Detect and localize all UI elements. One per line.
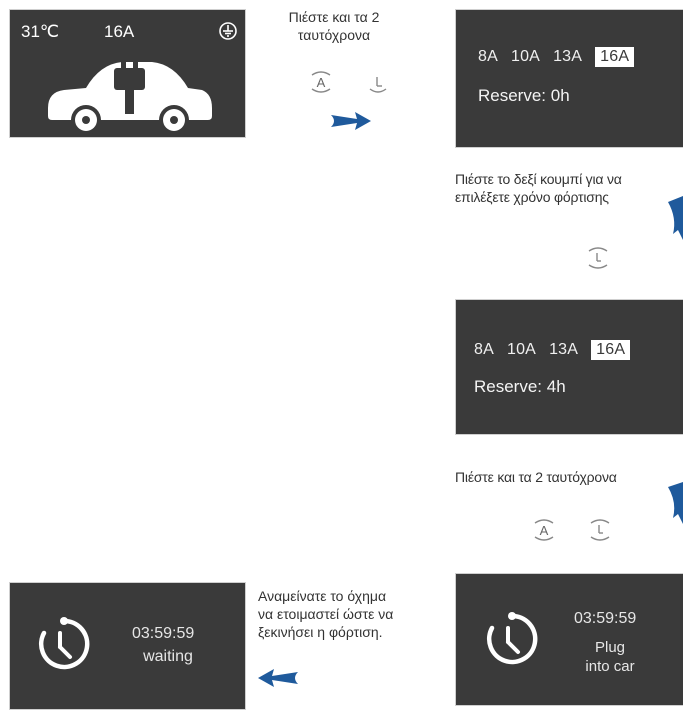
- status-text: waiting: [143, 648, 193, 665]
- step2-caption: Πιέστε το δεξί κουμπί για να επιλέξετε χ…: [455, 171, 622, 205]
- amperage-reserve-screen-4h: 8A 10A 13A 16A Reserve: 4h: [456, 300, 683, 434]
- svg-text:A: A: [540, 523, 549, 538]
- timer-button-icon: [369, 77, 387, 93]
- arrow-down-icon: [668, 482, 683, 524]
- svg-text:A: A: [317, 75, 326, 90]
- timer-button-icon: [590, 519, 610, 541]
- auto-button-icon: A: [311, 71, 331, 93]
- waiting-screen: 03:59:59 waiting: [10, 583, 245, 709]
- amperage-option-16a-selected: 16A: [595, 47, 635, 67]
- countdown-time: 03:59:59: [132, 625, 195, 642]
- amperage-options: 8A 10A 13A 16A: [478, 47, 647, 67]
- amperage-option-13a: 13A: [549, 341, 579, 358]
- step4-caption: Αναμείνατε το όχημα να ετοιμαστεί ώστε ν…: [258, 588, 394, 640]
- amperage-reserve-screen-0h: 8A 10A 13A 16A Reserve: 0h: [456, 10, 683, 147]
- step3-caption: Πιέστε και τα 2 ταυτόχρονα: [455, 469, 617, 485]
- amperage-option-10a: 10A: [506, 341, 537, 358]
- reserve-time-readout: Reserve: 0h: [478, 86, 570, 105]
- timer-clock-icon: [486, 612, 538, 665]
- arrow-right-icon: [331, 112, 371, 130]
- auto-button-icon: A: [534, 519, 554, 541]
- status-line-1: Plug: [594, 639, 626, 656]
- status-line-2: into car: [585, 658, 635, 675]
- amperage-option-8a: 8A: [474, 341, 494, 358]
- amperage-option-13a: 13A: [553, 48, 583, 65]
- timer-button-icon: [588, 247, 608, 269]
- timer-clock-icon: [38, 617, 90, 670]
- countdown-time: 03:59:59: [574, 610, 637, 627]
- ground-icon: [219, 22, 237, 40]
- arrow-down-icon: [668, 196, 683, 240]
- current-readout: 16A: [104, 22, 135, 41]
- step1-caption: Πιέστε και τα 2 ταυτόχρονα: [288, 9, 380, 43]
- reserve-time-readout: Reserve: 4h: [474, 377, 566, 396]
- amperage-option-16a-selected: 16A: [591, 340, 631, 360]
- amperage-option-8a: 8A: [478, 48, 498, 65]
- temperature-readout: 31℃: [21, 22, 60, 41]
- arrow-left-icon: [258, 669, 298, 687]
- amperage-option-10a: 10A: [510, 48, 541, 65]
- car-status-screen: 31℃ 16A: [10, 10, 245, 137]
- plug-into-car-screen: 03:59:59 Plug into car: [456, 574, 683, 705]
- car-plug-icon: [48, 50, 212, 134]
- amperage-options: 8A 10A 13A 16A: [474, 340, 643, 360]
